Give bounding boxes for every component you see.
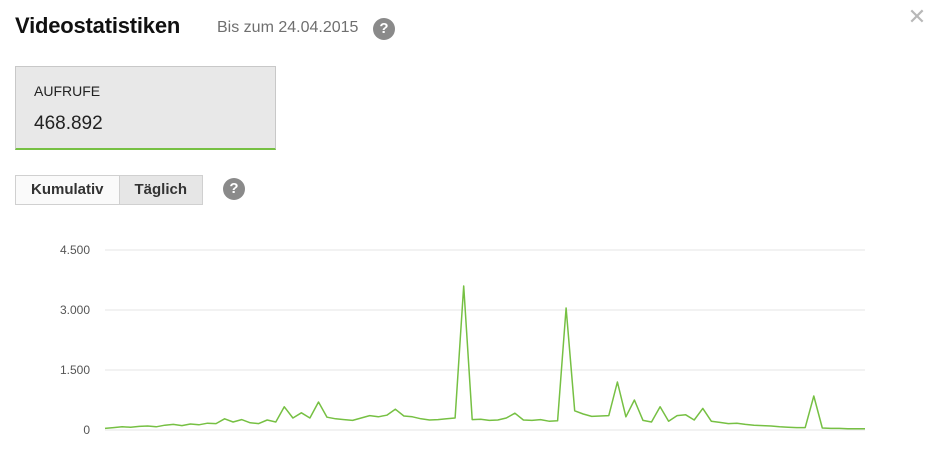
y-tick-label: 0 xyxy=(83,423,90,437)
y-tick-label: 4.500 xyxy=(60,243,90,257)
toggle-cumulative[interactable]: Kumulativ xyxy=(15,175,120,205)
metric-value: 468.892 xyxy=(34,113,103,134)
y-tick-label: 3.000 xyxy=(60,303,90,317)
view-toggle-group: Kumulativ Täglich xyxy=(15,175,204,205)
toggle-daily[interactable]: Täglich xyxy=(119,175,204,205)
y-tick-label: 1.500 xyxy=(60,363,90,377)
close-icon[interactable]: ✕ xyxy=(905,5,929,29)
metric-label: AUFRUFE xyxy=(34,83,101,99)
question-circle-icon[interactable]: ? xyxy=(223,178,245,200)
date-subtitle: Bis zum 24.04.2015 xyxy=(217,19,359,36)
question-circle-icon[interactable]: ? xyxy=(373,18,395,40)
page-title: Videostatistiken xyxy=(15,13,181,38)
views-metric-card[interactable]: AUFRUFE 468.892 xyxy=(15,66,276,150)
series-line xyxy=(104,285,865,430)
daily-views-chart: 0 1.500 3.000 4.500 xyxy=(60,243,865,437)
